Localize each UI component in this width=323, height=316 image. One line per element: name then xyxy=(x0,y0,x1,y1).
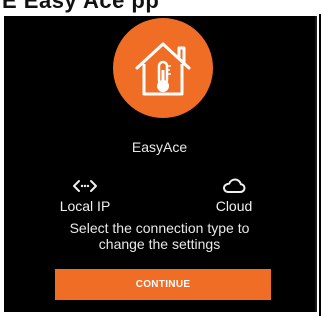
cloud-label: Cloud xyxy=(215,198,253,214)
help-text-line2: change the settings xyxy=(98,236,221,252)
right-border xyxy=(317,14,323,316)
code-arrows-icon xyxy=(40,176,130,196)
continue-button[interactable]: CONTINUE xyxy=(55,269,271,300)
house-thermometer-icon xyxy=(135,42,191,96)
help-text: Select the connection type to change the… xyxy=(4,220,315,252)
cloud-icon xyxy=(189,176,279,196)
local-ip-option[interactable]: Local IP xyxy=(40,176,130,214)
app-name: EasyAce xyxy=(131,139,188,155)
cropped-title-text: E Easy Ace pp xyxy=(2,0,160,13)
cropped-title: E Easy Ace pp xyxy=(0,0,323,14)
cloud-option[interactable]: Cloud xyxy=(189,176,279,214)
app-screen: EasyAce Local IP Cloud Select the connec… xyxy=(4,16,317,312)
app-logo xyxy=(113,18,213,118)
local-ip-label: Local IP xyxy=(59,198,111,214)
device-frame: EasyAce Local IP Cloud Select the connec… xyxy=(0,14,323,316)
help-text-line1: Select the connection type to xyxy=(69,220,250,236)
